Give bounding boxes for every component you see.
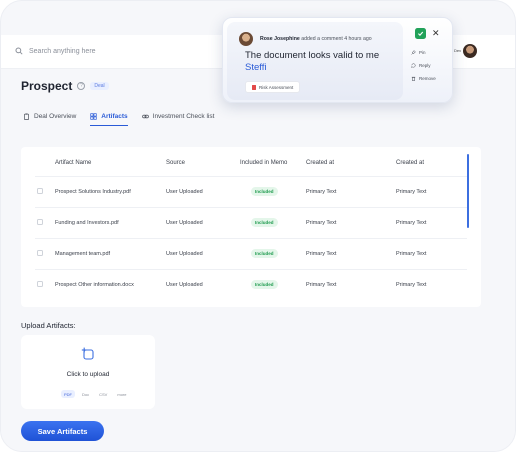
remove-action[interactable]: Remove [411,76,436,81]
comment-popup: Rose Josephine added a comment 4 hours a… [222,17,453,103]
check-icon [418,31,424,37]
created-cell: Primary Text [306,189,337,195]
comment-author: Rose Josephine [260,36,300,42]
created-cell: Primary Text [306,251,337,257]
commenter-avatar [239,32,253,46]
grid-icon [90,113,97,120]
artifact-name[interactable]: Prospect Other information.docx [55,282,134,288]
artifact-name[interactable]: Prospect Solutions Industry.pdf [55,189,131,195]
action-label: Pin [419,50,426,55]
document-name: Risk Assessment [259,84,294,90]
trash-icon [411,76,416,81]
row-checkbox[interactable] [37,219,43,225]
table-scrollbar[interactable] [467,154,469,228]
comment-header: Rose Josephine added a comment 4 hours a… [260,36,372,42]
pin-icon [411,50,416,55]
comment-text: The document looks valid to me [245,50,380,61]
comment-message: The document looks valid to me Steffi [245,50,395,74]
resolve-button[interactable] [415,28,426,39]
save-artifacts-button[interactable]: Save Artifacts [21,421,104,441]
action-label: Reply [419,63,431,68]
clipboard-icon [24,113,29,120]
artifacts-table: Artifact Name Source Included in Memo Cr… [21,147,481,307]
created-cell: Primary Text [306,220,337,226]
source-cell: User Uploaded [166,189,203,195]
upload-cta[interactable]: Click to upload [21,371,155,378]
tab-deal-overview[interactable]: Deal Overview [23,113,76,126]
row-checkbox[interactable] [37,250,43,256]
pdf-icon [252,84,256,90]
link-icon [141,114,149,119]
row-checkbox[interactable] [37,188,43,194]
format-chip: CSV [99,391,108,397]
reply-action[interactable]: Reply [411,63,436,68]
reply-icon [411,63,416,68]
column-header[interactable]: Created at [306,160,334,166]
tab-label: Artifacts [101,113,128,120]
tab-bar: Deal Overview Artifacts Investment Check… [23,113,214,126]
tab-artifacts[interactable]: Artifacts [90,113,129,126]
comment-body: Rose Josephine added a comment 4 hours a… [227,22,403,100]
tab-label: Deal Overview [34,113,77,120]
user-avatar[interactable] [463,44,477,58]
search-input[interactable]: Search anything here [29,48,96,55]
user-label: Dev [454,48,462,53]
search-bar[interactable]: Search anything here [15,47,96,55]
format-chip: more [117,391,127,397]
created-cell: Primary Text [396,251,427,257]
search-icon [15,47,23,55]
title-row: Prospect ? Deal [21,79,109,93]
format-chip: Doc [82,391,90,397]
page-title: Prospect [21,79,73,93]
tab-label: Investment Check list [152,113,215,120]
tab-investment-checklist[interactable]: Investment Check list [141,113,215,126]
upload-dropzone[interactable]: Click to upload PDF Doc CSV more [21,335,155,409]
included-badge: Included [251,218,278,227]
table-row[interactable]: Prospect Other information.docx User Upl… [35,269,467,300]
column-header[interactable]: Artifact Name [55,160,91,166]
artifact-name[interactable]: Management team.pdf [55,251,110,257]
included-badge: Included [251,280,278,289]
close-icon[interactable]: ✕ [432,28,440,39]
upload-label: Upload Artifacts: [21,321,76,330]
source-cell: User Uploaded [166,282,203,288]
upload-icon [81,347,94,360]
comment-actions: Pin Reply Remove [411,50,436,81]
source-cell: User Uploaded [166,251,203,257]
row-checkbox[interactable] [37,281,43,287]
created-cell: Primary Text [396,282,427,288]
table-row[interactable]: Management team.pdf User Uploaded Includ… [35,238,467,269]
column-header[interactable]: Source [166,160,185,166]
format-chip: PDF [61,390,75,398]
status-badge: Deal [90,82,109,90]
included-badge: Included [251,249,278,258]
action-label: Remove [419,76,436,81]
column-header[interactable]: Included in Memo [240,160,287,166]
created-cell: Primary Text [396,220,427,226]
table-row[interactable]: Prospect Solutions Industry.pdf User Upl… [35,176,467,207]
format-list: PDF Doc CSV more [61,390,129,398]
created-cell: Primary Text [396,189,427,195]
included-badge: Included [251,187,278,196]
mention-link[interactable]: Steffi [245,62,266,73]
source-cell: User Uploaded [166,220,203,226]
table-row[interactable]: Funding and Investors.pdf User Uploaded … [35,207,467,238]
comment-meta: added a comment 4 hours ago [301,36,372,42]
attached-document[interactable]: Risk Assessment [245,81,301,93]
column-header[interactable]: Created at [396,160,424,166]
created-cell: Primary Text [306,282,337,288]
artifact-name[interactable]: Funding and Investors.pdf [55,220,119,226]
pin-action[interactable]: Pin [411,50,436,55]
main-content: Prospect ? Deal Deal Overview Artifacts … [1,69,515,451]
help-icon[interactable]: ? [77,82,86,90]
